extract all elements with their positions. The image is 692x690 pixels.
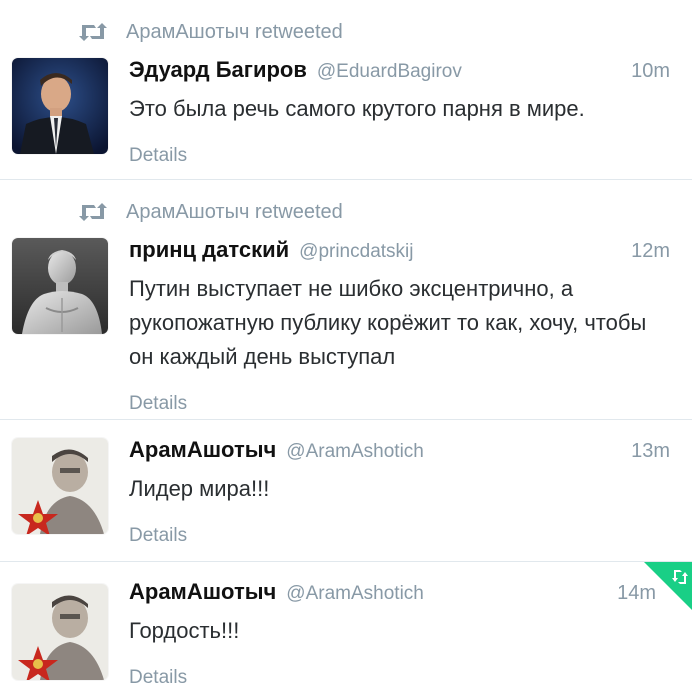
avatar-statue-icon [12, 238, 108, 334]
details-link[interactable]: Details [129, 392, 670, 416]
retweeted-by-label: АрамАшотыч retweeted [126, 200, 343, 223]
fullname[interactable]: АрамАшотыч [129, 436, 276, 464]
retweet-context[interactable]: АрамАшотыч retweeted [78, 18, 343, 46]
username[interactable]: @AramAshotich [286, 438, 424, 466]
tweet-item[interactable]: АрамАшотыч retweeted принц датский @prin… [0, 180, 692, 420]
tweet-item[interactable]: АрамАшотыч @AramAshotich 14m Гордость!!!… [0, 562, 692, 690]
tweet-item[interactable]: АрамАшотыч @AramAshotich 13m Лидер мира!… [0, 420, 692, 562]
avatar[interactable] [12, 438, 108, 534]
tweet-content: АрамАшотыч @AramAshotich 13m Лидер мира!… [129, 436, 670, 548]
tweet-text: Это была речь самого крутого парня в мир… [129, 96, 585, 121]
fullname[interactable]: принц датский [129, 236, 289, 264]
username[interactable]: @EduardBagirov [317, 58, 462, 86]
details-link[interactable]: Details [129, 666, 670, 690]
tweet-content: АрамАшотыч @AramAshotich 14m Гордость!!!… [129, 578, 670, 690]
avatar[interactable] [12, 238, 108, 334]
username[interactable]: @princdatskij [299, 238, 413, 266]
tweet-header: принц датский @princdatskij 12m [129, 236, 670, 266]
avatar-man-in-suit-icon [12, 58, 108, 154]
tweet-content: принц датский @princdatskij 12m Путин вы… [129, 236, 670, 416]
avatar[interactable] [12, 584, 108, 680]
retweet-icon [79, 23, 107, 41]
tweet-header: АрамАшотыч @AramAshotich 13m [129, 436, 670, 466]
retweeted-by-label: АрамАшотыч retweeted [126, 20, 343, 43]
avatar-man-with-red-star-icon [12, 438, 108, 534]
timestamp[interactable]: 12m [631, 237, 670, 265]
details-link[interactable]: Details [129, 144, 670, 168]
username[interactable]: @AramAshotich [286, 580, 424, 608]
tweet-content: Эдуард Багиров @EduardBagirov 10m Это бы… [129, 56, 670, 168]
tweet-text: Путин выступает не шибко эксцентрично, а… [129, 276, 647, 369]
retweet-icon [79, 203, 107, 221]
fullname[interactable]: АрамАшотыч [129, 578, 276, 606]
timestamp[interactable]: 13m [631, 437, 670, 465]
details-link[interactable]: Details [129, 524, 670, 548]
tweet-header: АрамАшотыч @AramAshotich 14m [129, 578, 670, 608]
tweet-text: Лидер мира!!! [129, 476, 270, 501]
timeline: АрамАшотыч retweeted Эдуард Багиров @Edu… [0, 0, 692, 690]
timestamp[interactable]: 14m [617, 579, 656, 607]
tweet-header: Эдуард Багиров @EduardBagirov 10m [129, 56, 670, 86]
tweet-item[interactable]: АрамАшотыч retweeted Эдуард Багиров @Edu… [0, 0, 692, 180]
avatar-man-with-red-star-icon [12, 584, 108, 680]
avatar[interactable] [12, 58, 108, 154]
timestamp[interactable]: 10m [631, 57, 670, 85]
tweet-text: Гордость!!! [129, 618, 240, 643]
retweet-context[interactable]: АрамАшотыч retweeted [78, 198, 343, 226]
fullname[interactable]: Эдуард Багиров [129, 56, 307, 84]
